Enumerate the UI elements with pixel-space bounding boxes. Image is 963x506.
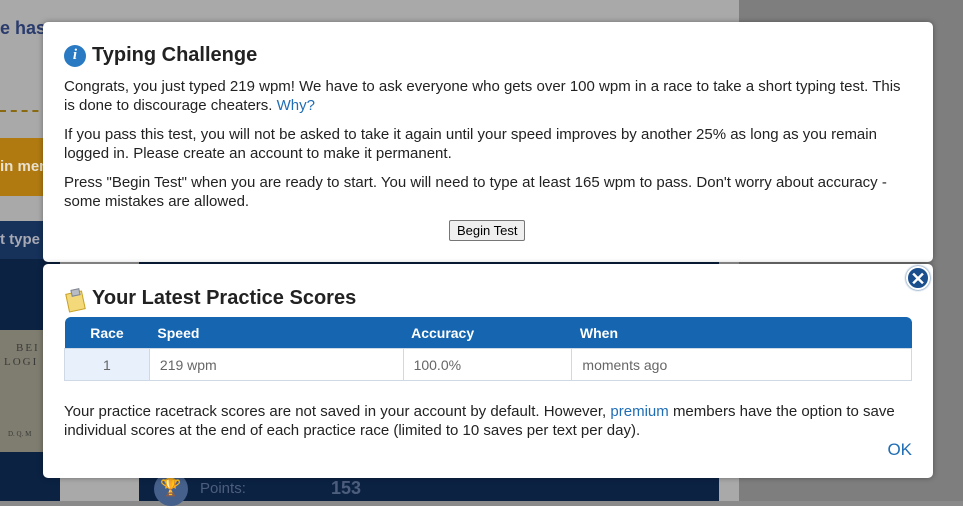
typing-challenge-paragraph-1: Congrats, you just typed 219 wpm! We hav… bbox=[64, 77, 914, 115]
cell-when: moments ago bbox=[571, 348, 912, 381]
background-nav-text: t type bbox=[0, 231, 41, 248]
column-header-when: When bbox=[571, 317, 912, 349]
column-header-speed: Speed bbox=[149, 317, 404, 349]
cell-accuracy: 100.0% bbox=[402, 348, 573, 381]
cell-speed: 219 wpm bbox=[148, 348, 404, 381]
clipboard-icon bbox=[64, 287, 86, 313]
practice-scores-dialog: ✕ Your Latest Practice Scores Race Speed… bbox=[43, 264, 933, 478]
column-header-race: Race bbox=[64, 317, 150, 349]
book-author: D. Q. M bbox=[8, 430, 32, 438]
typing-challenge-paragraph-2: If you pass this test, you will not be a… bbox=[64, 126, 877, 162]
book-title-line2: LOGI bbox=[4, 356, 39, 368]
typing-challenge-dialog: i Typing Challenge Congrats, you just ty… bbox=[43, 22, 933, 262]
typing-challenge-paragraph-3: Press "Begin Test" when you are ready to… bbox=[64, 174, 887, 210]
begin-test-button[interactable]: Begin Test bbox=[449, 220, 526, 241]
scores-table: Race Speed Accuracy When 1 219 wpm 100.0… bbox=[64, 317, 912, 381]
column-header-accuracy: Accuracy bbox=[403, 317, 572, 349]
background-book-cover: BEI LOGI D. Q. M bbox=[0, 330, 48, 452]
ok-link[interactable]: OK bbox=[887, 440, 912, 460]
points-label: Points: bbox=[200, 480, 246, 497]
congrats-text: Congrats, you just typed 219 wpm! We hav… bbox=[64, 78, 901, 114]
close-icon[interactable]: ✕ bbox=[906, 266, 930, 290]
premium-link[interactable]: premium bbox=[610, 403, 668, 420]
book-title-line1: BEI bbox=[16, 342, 40, 354]
practice-scores-title-text: Your Latest Practice Scores bbox=[92, 287, 357, 309]
table-row: 1 219 wpm 100.0% moments ago bbox=[64, 348, 912, 381]
cell-race: 1 bbox=[64, 348, 150, 381]
typing-challenge-title-text: Typing Challenge bbox=[92, 44, 258, 66]
background-heading-fragment: e has bbox=[0, 18, 47, 38]
scores-header-row: Race Speed Accuracy When bbox=[64, 317, 912, 349]
why-link[interactable]: Why? bbox=[277, 97, 315, 114]
points-value: 153 bbox=[331, 478, 362, 498]
info-icon: i bbox=[64, 44, 86, 67]
scores-note: Your practice racetrack scores are not s… bbox=[64, 402, 914, 440]
note-text-before: Your practice racetrack scores are not s… bbox=[64, 403, 607, 420]
typing-challenge-title: i Typing Challenge bbox=[64, 44, 257, 67]
practice-scores-title: Your Latest Practice Scores bbox=[64, 287, 357, 313]
